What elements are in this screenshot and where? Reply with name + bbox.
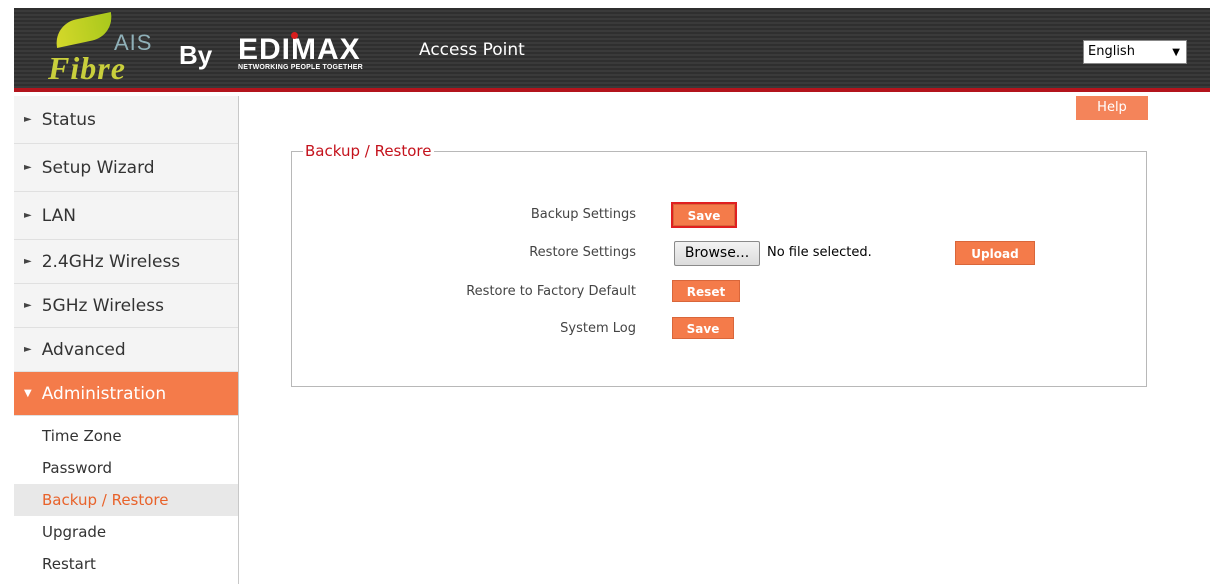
subnav-label: Password [42,459,113,477]
triangle-right-icon: ► [24,344,32,355]
ais-fibre-logo: AIS Fibre [44,12,154,86]
sidebar-item-label: Status [41,109,96,130]
section-title: Backup / Restore [303,142,434,160]
subnav-restart[interactable]: Restart [14,548,238,580]
browse-button[interactable]: Browse... [674,241,760,266]
triangle-right-icon: ► [24,300,32,311]
chevron-down-icon: ▼ [1172,47,1180,58]
by-text: By [179,40,213,70]
help-button[interactable]: Help [1076,96,1148,120]
sidebar-item-label: Advanced [41,339,126,360]
language-select[interactable]: English ▼ [1083,40,1187,64]
triangle-right-icon: ► [24,162,32,173]
subnav-time-zone[interactable]: Time Zone [14,420,238,452]
file-status: No file selected. [767,245,872,260]
subnav-label: Time Zone [42,427,122,445]
leaf-icon [52,12,116,48]
backup-save-button[interactable]: Save [671,202,737,228]
upload-button[interactable]: Upload [955,241,1035,265]
sidebar-item-administration[interactable]: ▼ Administration [14,372,238,416]
reset-button[interactable]: Reset [672,280,740,302]
sidebar-item-label: 2.4GHz Wireless [41,251,181,272]
logo-dot-icon [291,32,298,39]
factory-default-label: Restore to Factory Default [466,284,636,299]
syslog-save-button[interactable]: Save [672,317,734,339]
brand-tagline: NETWORKING PEOPLE TOGETHER [238,64,363,71]
language-value: English [1088,44,1135,59]
sidebar: ► Status ► Setup Wizard ► LAN ► 2.4GHz W… [14,96,239,584]
triangle-right-icon: ► [24,210,32,221]
subnav-label: Upgrade [42,523,107,541]
triangle-down-icon: ▼ [24,388,32,399]
sidebar-item-label: LAN [41,205,76,226]
sidebar-item-24ghz-wireless[interactable]: ► 2.4GHz Wireless [14,240,238,284]
sidebar-item-5ghz-wireless[interactable]: ► 5GHz Wireless [14,284,238,328]
backup-restore-panel [291,151,1147,387]
system-log-label: System Log [560,321,636,336]
app-title: Access Point [419,40,525,60]
subnav-backup-restore[interactable]: Backup / Restore [14,484,238,516]
subnav-label: Backup / Restore [42,491,169,509]
backup-settings-label: Backup Settings [530,207,636,222]
logo-fibre-text: Fibre [48,50,126,86]
brand-name: EDIMAX [238,33,361,66]
sidebar-item-label: Setup Wizard [41,157,155,178]
subnav-password[interactable]: Password [14,452,238,484]
restore-settings-label: Restore Settings [529,245,636,260]
sidebar-item-setup-wizard[interactable]: ► Setup Wizard [14,144,238,192]
header-bar: AIS Fibre By EDIMAX NETWORKING PEOPLE TO… [14,8,1210,92]
triangle-right-icon: ► [24,114,32,125]
edimax-logo: EDIMAX NETWORKING PEOPLE TOGETHER [238,32,398,76]
subnav-label: Restart [42,555,96,573]
sidebar-item-status[interactable]: ► Status [14,96,238,144]
sidebar-item-advanced[interactable]: ► Advanced [14,328,238,372]
triangle-right-icon: ► [24,256,32,267]
sidebar-item-label: 5GHz Wireless [41,295,164,316]
subnav-upgrade[interactable]: Upgrade [14,516,238,548]
sidebar-item-lan[interactable]: ► LAN [14,192,238,240]
sidebar-item-label: Administration [41,383,167,404]
